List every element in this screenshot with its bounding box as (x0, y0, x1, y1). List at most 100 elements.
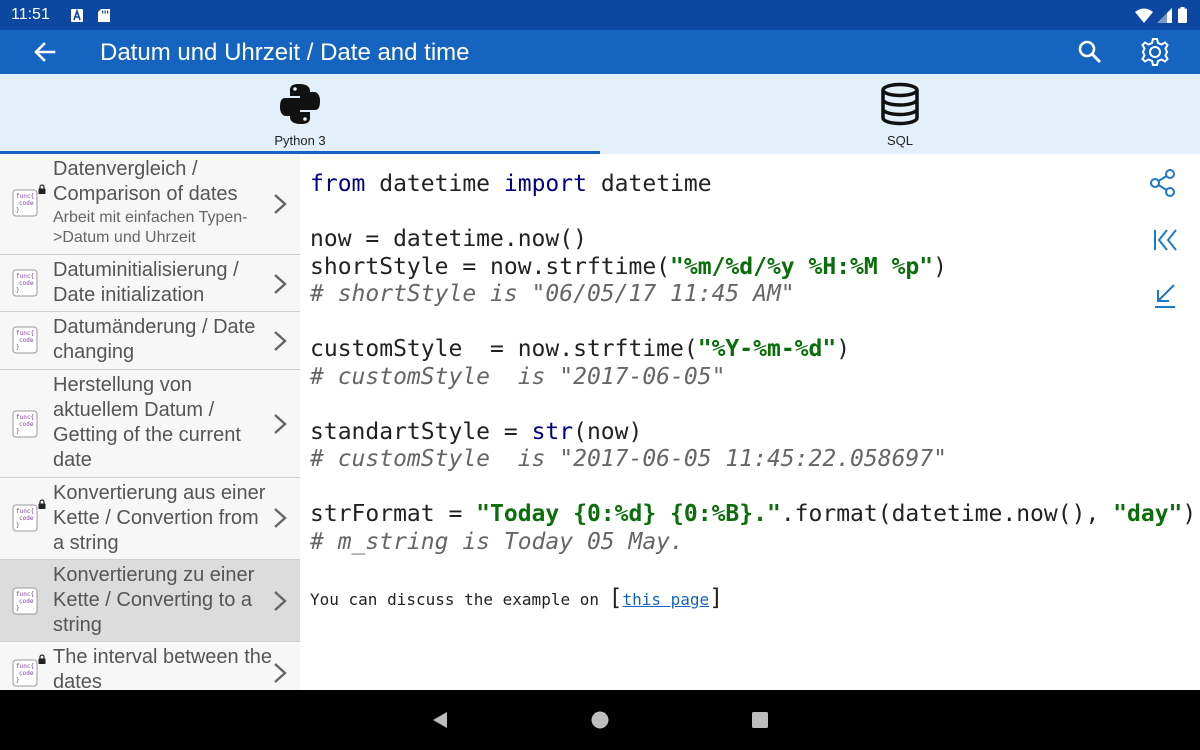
code-snippet-icon: func{code} (12, 269, 38, 297)
share-icon[interactable] (1148, 168, 1178, 198)
list-item-title: Datumänderung / Date changing (53, 316, 256, 363)
svg-text:}: } (16, 287, 20, 294)
system-navigation-bar (0, 690, 1200, 750)
code-comment: # customStyle is "2017-06-05" (310, 363, 726, 390)
database-icon (881, 82, 919, 126)
discussion-text: You can discuss the example on (310, 590, 609, 609)
svg-text:func{: func{ (16, 273, 34, 280)
string-literal: "%Y-%m-%d" (697, 336, 837, 362)
battery-icon (1178, 7, 1187, 23)
code-text: ) (933, 253, 947, 280)
string-literal: "Today {0:%d} {0:%B}." (476, 501, 781, 527)
svg-text:func{: func{ (16, 330, 34, 337)
code-text: (now) (573, 418, 643, 445)
list-item-title: Konvertierung aus einer Kette / Converti… (53, 482, 266, 554)
list-item[interactable]: func{code} Datuminitialisierung / Date i… (0, 255, 300, 312)
lock-icon (38, 654, 46, 664)
svg-text:func{: func{ (16, 414, 34, 421)
python-icon (280, 84, 320, 124)
tab-sql-label: SQL (886, 133, 913, 148)
chevron-right-icon (274, 274, 287, 294)
svg-text:}: } (16, 677, 20, 684)
code-comment: # m_string is Today 05 May. (310, 528, 684, 555)
list-item-text: Datenvergleich / Comparison of dates Arb… (53, 157, 275, 248)
chevron-right-icon (274, 414, 287, 434)
svg-text:}: } (16, 344, 20, 351)
chevron-right-icon (274, 331, 287, 351)
code-line: standartStyle = str(now) (310, 419, 642, 445)
chevron-right-icon (274, 663, 287, 683)
chevron-right-icon (274, 194, 287, 214)
page-title: Datum und Uhrzeit / Date and time (100, 39, 470, 66)
back-arrow-icon[interactable] (31, 38, 59, 66)
svg-text:code: code (19, 670, 34, 677)
svg-text:func{: func{ (16, 193, 34, 200)
code-text: datetime (586, 171, 712, 197)
tab-python-label: Python 3 (274, 133, 326, 148)
code-snippet-icon: func{code} (12, 326, 38, 354)
code-line: customStyle = now.strftime("%Y-%m-%d") (310, 336, 850, 362)
discussion-link[interactable]: this page (622, 590, 709, 609)
svg-text:code: code (19, 200, 34, 207)
list-item-selected[interactable]: func{code} Konvertierung zu einer Kette … (0, 560, 300, 642)
recents-square-icon[interactable] (750, 710, 770, 730)
skip-to-start-icon[interactable] (1150, 225, 1180, 255)
svg-text:code: code (19, 421, 34, 428)
code-text: strFormat = (310, 501, 477, 527)
code-example-panel: from datetime import datetime now = date… (300, 154, 1200, 690)
tab-sql[interactable]: SQL (600, 74, 1200, 154)
svg-text:code: code (19, 337, 34, 344)
list-item-subtitle: Arbeit mit einfachen Typen->Datum und Uh… (53, 209, 248, 246)
list-item-title: Datenvergleich / Comparison of dates (53, 158, 238, 205)
notification-a-icon (71, 9, 83, 22)
code-text: ) (1182, 501, 1197, 527)
code-line: shortStyle = now.strftime("%m/%d/%y %H:%… (310, 254, 947, 280)
code-comment: # shortStyle is "06/05/17 11:45 AM" (310, 281, 795, 307)
status-time: 11:51 (11, 6, 50, 23)
svg-text:func{: func{ (16, 591, 34, 598)
list-item-title: Datuminitialisierung / Date initializati… (53, 259, 239, 306)
code-comment: # customStyle is "2017-06-05 11:45:22.05… (310, 446, 947, 472)
discussion-note: You can discuss the example on [this pag… (310, 585, 723, 611)
code-text: .format(datetime.now(), (780, 501, 1114, 527)
signal-icon (1157, 8, 1172, 23)
code-line: now = datetime.now() (310, 226, 587, 252)
search-icon[interactable] (1076, 38, 1104, 66)
svg-text:code: code (19, 598, 34, 605)
list-item[interactable]: func{code} Datenvergleich / Comparison o… (0, 154, 300, 255)
code-text: shortStyle = now.strftime( (310, 253, 671, 280)
lock-icon (38, 499, 46, 509)
bracket: [ (608, 585, 623, 611)
list-item-title: The interval between the dates (53, 646, 273, 690)
svg-text:func{: func{ (16, 508, 34, 515)
svg-text:}: } (16, 605, 20, 612)
svg-text:func{: func{ (16, 663, 34, 670)
topic-list: func{code} Datenvergleich / Comparison o… (0, 154, 300, 690)
string-literal: "%m/%d/%y %H:%M %p" (670, 253, 934, 280)
svg-text:code: code (19, 280, 34, 287)
tab-python[interactable]: Python 3 (0, 74, 600, 154)
code-text: ) (836, 336, 851, 362)
settings-gear-icon[interactable] (1139, 36, 1171, 68)
code-text: standartStyle = (310, 418, 532, 445)
list-item[interactable]: func{code} The interval between the date… (0, 642, 300, 690)
home-circle-icon[interactable] (590, 710, 610, 730)
code-snippet-icon: func{code} (12, 504, 38, 532)
code-snippet-icon: func{code} (12, 410, 38, 438)
string-literal: "day" (1113, 501, 1183, 527)
sd-card-icon (98, 9, 110, 22)
svg-text:code: code (19, 515, 34, 522)
list-item-title: Konvertierung zu einer Kette / Convertin… (53, 564, 255, 636)
svg-text:}: } (16, 207, 20, 214)
list-item[interactable]: func{code} Datumänderung / Date changing (0, 312, 300, 370)
svg-text:}: } (16, 428, 20, 435)
builtin-function: str (531, 418, 574, 445)
list-item[interactable]: func{code} Konvertierung aus einer Kette… (0, 478, 300, 560)
code-snippet-icon: func{code} (12, 189, 38, 217)
back-triangle-icon[interactable] (430, 710, 450, 730)
list-item[interactable]: func{code} Herstellung von aktuellem Dat… (0, 370, 300, 478)
collapse-down-left-icon[interactable] (1150, 281, 1180, 311)
chevron-right-icon (274, 508, 287, 528)
app-bar: Datum und Uhrzeit / Date and time (0, 30, 1200, 74)
code-line: strFormat = "Today {0:%d} {0:%B}.".forma… (310, 501, 1196, 527)
